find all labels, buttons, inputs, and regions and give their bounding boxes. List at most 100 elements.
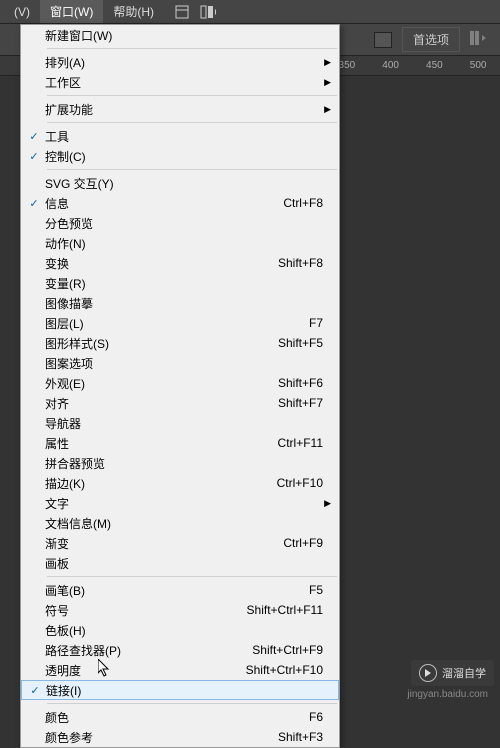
menu-item[interactable]: 分色预览: [21, 213, 339, 233]
menu-item[interactable]: 属性Ctrl+F11: [21, 433, 339, 453]
menu-item-label: 控制(C): [45, 148, 333, 165]
menu-item[interactable]: 动作(N): [21, 233, 339, 253]
menu-item-label: 工具: [45, 128, 333, 145]
menu-view[interactable]: (V): [4, 2, 40, 22]
menu-item[interactable]: 画板: [21, 553, 339, 573]
menu-item[interactable]: 排列(A)▶: [21, 52, 339, 72]
menu-item-label: 分色预览: [45, 215, 333, 232]
menu-item[interactable]: 导航器: [21, 413, 339, 433]
menu-item-label: 链接(I): [46, 682, 332, 699]
submenu-arrow-icon: ▶: [324, 498, 331, 509]
preferences-button[interactable]: 首选项: [402, 27, 460, 52]
menu-shortcut: Shift+F7: [278, 396, 333, 410]
menu-item-label: 图像描摹: [45, 295, 333, 312]
menu-item-label: 图层(L): [45, 315, 309, 332]
submenu-arrow-icon: ▶: [324, 104, 331, 115]
menu-item[interactable]: 画笔(B)F5: [21, 580, 339, 600]
menu-item-label: 图案选项: [45, 355, 333, 372]
menu-separator: [47, 703, 337, 704]
menu-shortcut: Shift+Ctrl+F10: [246, 663, 333, 677]
menu-item[interactable]: 变换Shift+F8: [21, 253, 339, 273]
menu-shortcut: Shift+Ctrl+F11: [247, 603, 333, 617]
menu-item[interactable]: 颜色F6: [21, 707, 339, 727]
menu-shortcut: F7: [309, 316, 333, 330]
arrange-icon[interactable]: [200, 4, 216, 20]
menubar: (V) 窗口(W) 帮助(H): [0, 0, 500, 24]
toolbar-button[interactable]: [374, 32, 392, 48]
menu-item[interactable]: 图层(L)F7: [21, 313, 339, 333]
menu-item[interactable]: 文档信息(M): [21, 513, 339, 533]
menu-item-label: 路径查找器(P): [45, 642, 252, 659]
check-icon: ✓: [23, 130, 45, 143]
menu-item-label: 文字: [45, 495, 333, 512]
menu-item-label: 色板(H): [45, 622, 333, 639]
menu-item-label: 符号: [45, 602, 247, 619]
menu-item-label: 对齐: [45, 395, 278, 412]
check-icon: ✓: [24, 684, 46, 697]
ruler-mark: 500: [456, 60, 500, 71]
menu-item-label: 变换: [45, 255, 278, 272]
menu-separator: [47, 48, 337, 49]
menu-item-label: 拼合器预览: [45, 455, 333, 472]
menu-item[interactable]: 文字▶: [21, 493, 339, 513]
ruler-mark: 450: [413, 60, 457, 71]
menu-item[interactable]: 外观(E)Shift+F6: [21, 373, 339, 393]
menu-item[interactable]: 描边(K)Ctrl+F10: [21, 473, 339, 493]
menu-separator: [47, 576, 337, 577]
menu-item-label: 颜色: [45, 709, 309, 726]
menu-help[interactable]: 帮助(H): [103, 0, 164, 23]
menu-item[interactable]: 渐变Ctrl+F9: [21, 533, 339, 553]
menu-item-label: 排列(A): [45, 54, 333, 71]
menu-item[interactable]: SVG 交互(Y): [21, 173, 339, 193]
menu-item[interactable]: 图像描摹: [21, 293, 339, 313]
menu-item-label: 导航器: [45, 415, 333, 432]
check-icon: ✓: [23, 150, 45, 163]
menu-shortcut: F6: [309, 710, 333, 724]
play-icon: [419, 664, 437, 682]
menu-item[interactable]: ✓链接(I): [21, 680, 339, 700]
menu-item-label: 外观(E): [45, 375, 278, 392]
menu-item[interactable]: ✓控制(C): [21, 146, 339, 166]
menu-item-label: 动作(N): [45, 235, 333, 252]
menu-item[interactable]: 对齐Shift+F7: [21, 393, 339, 413]
menu-shortcut: Shift+F5: [278, 336, 333, 350]
menu-item[interactable]: 符号Shift+Ctrl+F11: [21, 600, 339, 620]
menu-item[interactable]: 颜色参考Shift+F3: [21, 727, 339, 747]
menu-shortcut: Shift+F8: [278, 256, 333, 270]
menu-item[interactable]: 路径查找器(P)Shift+Ctrl+F9: [21, 640, 339, 660]
menu-item[interactable]: 工作区▶: [21, 72, 339, 92]
menu-item[interactable]: ✓信息Ctrl+F8: [21, 193, 339, 213]
menu-window[interactable]: 窗口(W): [40, 0, 103, 23]
menu-item-label: 属性: [45, 435, 278, 452]
menu-item[interactable]: 变量(R): [21, 273, 339, 293]
menu-item-label: 工作区: [45, 74, 333, 91]
menu-item-label: 信息: [45, 195, 283, 212]
menu-item[interactable]: 图案选项: [21, 353, 339, 373]
menu-item[interactable]: 透明度Shift+Ctrl+F10: [21, 660, 339, 680]
menu-shortcut: Shift+F6: [278, 376, 333, 390]
menu-item-label: SVG 交互(Y): [45, 175, 333, 192]
menu-shortcut: Shift+F3: [278, 730, 333, 744]
panel-toggle-icon[interactable]: [470, 31, 490, 48]
menu-separator: [47, 122, 337, 123]
menu-item-label: 文档信息(M): [45, 515, 333, 532]
menu-item-label: 画笔(B): [45, 582, 309, 599]
watermark-text: 溜溜自学: [442, 665, 486, 681]
menu-item[interactable]: 色板(H): [21, 620, 339, 640]
menu-item-label: 变量(R): [45, 275, 333, 292]
check-icon: ✓: [23, 197, 45, 210]
layout-icon[interactable]: [174, 4, 190, 20]
menu-item[interactable]: 扩展功能▶: [21, 99, 339, 119]
menu-shortcut: Ctrl+F10: [277, 476, 333, 490]
menu-shortcut: Ctrl+F8: [283, 196, 333, 210]
menu-shortcut: Shift+Ctrl+F9: [252, 643, 333, 657]
menu-item[interactable]: 拼合器预览: [21, 453, 339, 473]
menu-item[interactable]: 新建窗口(W): [21, 25, 339, 45]
menu-separator: [47, 169, 337, 170]
menu-item[interactable]: 图形样式(S)Shift+F5: [21, 333, 339, 353]
menu-item-label: 图形样式(S): [45, 335, 278, 352]
menu-shortcut: F5: [309, 583, 333, 597]
submenu-arrow-icon: ▶: [324, 77, 331, 88]
menu-item-label: 描边(K): [45, 475, 277, 492]
menu-item[interactable]: ✓工具: [21, 126, 339, 146]
